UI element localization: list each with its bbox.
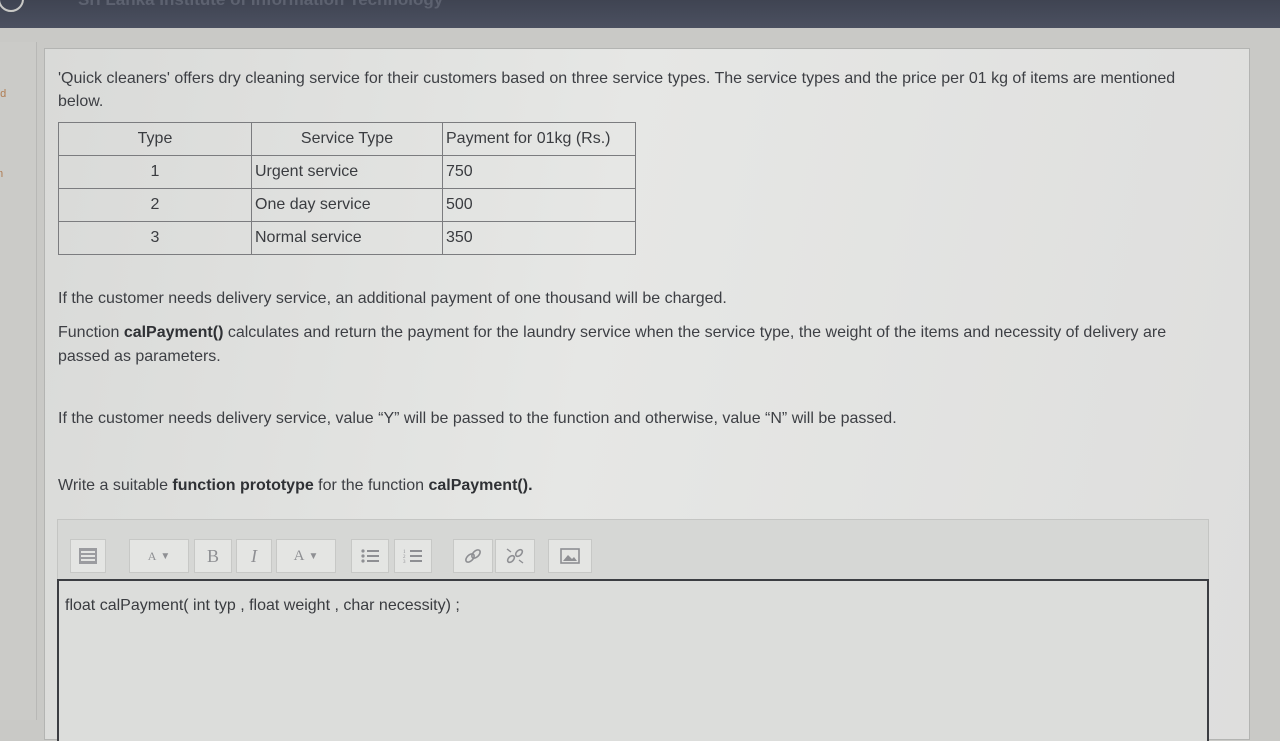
bold-icon: B bbox=[206, 545, 219, 566]
institute-logo bbox=[0, 0, 24, 12]
italic-icon: I bbox=[251, 545, 257, 566]
toolbar-toggle-icon bbox=[79, 548, 97, 564]
numbered-list-icon: 123 bbox=[403, 550, 422, 564]
function-desc-prefix: Function bbox=[58, 324, 124, 341]
insert-image-button[interactable] bbox=[548, 539, 592, 573]
italic-button[interactable]: I bbox=[236, 539, 272, 573]
table-cell: 750 bbox=[442, 155, 636, 189]
table-cell: Urgent service bbox=[251, 155, 443, 189]
top-header-bar: Sri Lanka Institute of Information Techn… bbox=[0, 0, 1280, 28]
function-desc-suffix: calculates and return the payment for th… bbox=[58, 324, 1167, 365]
answer-editor[interactable]: float calPayment( int typ , float weight… bbox=[57, 579, 1209, 741]
table-header: Type bbox=[58, 122, 252, 156]
table-cell: 2 bbox=[58, 188, 252, 222]
table-header: Service Type bbox=[251, 122, 443, 156]
task-instruction: Write a suitable function prototype for … bbox=[58, 477, 533, 495]
table-row: 2 One day service 500 bbox=[58, 188, 636, 222]
service-table: Type Service Type Payment for 01kg (Rs.)… bbox=[58, 122, 636, 255]
font-color-button[interactable]: A ▼ bbox=[276, 539, 336, 573]
sidebar-tab-2[interactable]: m bbox=[0, 168, 3, 180]
table-header: Payment for 01kg (Rs.) bbox=[442, 122, 636, 156]
bullet-list-button[interactable] bbox=[351, 539, 389, 573]
numbered-list-button[interactable]: 123 bbox=[394, 539, 432, 573]
unlink-icon bbox=[506, 548, 524, 564]
sidebar-tab-1[interactable]: ed bbox=[0, 88, 6, 100]
unlink-button[interactable] bbox=[495, 539, 535, 573]
table-row: 3 Normal service 350 bbox=[58, 221, 636, 255]
table-cell: Normal service bbox=[251, 221, 443, 255]
function-description: Function calPayment() calculates and ret… bbox=[58, 321, 1218, 369]
task-middle: for the function bbox=[313, 477, 429, 494]
font-size-button[interactable]: A ▼ bbox=[129, 539, 189, 573]
answer-text[interactable]: float calPayment( int typ , float weight… bbox=[65, 597, 460, 615]
table-cell: One day service bbox=[251, 188, 443, 222]
table-cell: 1 bbox=[58, 155, 252, 189]
left-navigation-strip: ed m bbox=[0, 42, 37, 720]
table-row: 1 Urgent service 750 bbox=[58, 155, 636, 189]
question-intro: 'Quick cleaners' offers dry cleaning ser… bbox=[58, 70, 1176, 110]
task-function-name: calPayment(). bbox=[428, 477, 533, 494]
chevron-down-icon: ▼ bbox=[160, 550, 171, 562]
insert-link-button[interactable] bbox=[453, 539, 493, 573]
toggle-toolbar-button[interactable] bbox=[70, 539, 106, 573]
bold-button[interactable]: B bbox=[194, 539, 232, 573]
table-cell: 3 bbox=[58, 221, 252, 255]
link-icon bbox=[465, 549, 481, 563]
chevron-down-icon: ▼ bbox=[308, 550, 319, 562]
bullet-list-icon bbox=[361, 549, 379, 563]
editor-toolbar: A ▼ B I A ▼ 123 bbox=[57, 519, 1209, 580]
task-bold-text: function prototype bbox=[172, 477, 314, 494]
font-color-icon: A bbox=[293, 547, 305, 564]
delivery-note: If the customer needs delivery service, … bbox=[58, 290, 727, 307]
table-header-row: Type Service Type Payment for 01kg (Rs.) bbox=[58, 122, 636, 156]
svg-text:3: 3 bbox=[403, 560, 406, 564]
table-cell: 500 bbox=[442, 188, 636, 222]
font-size-icon: A bbox=[147, 548, 157, 563]
question-card: 'Quick cleaners' offers dry cleaning ser… bbox=[44, 48, 1250, 741]
institute-name: Sri Lanka Institute of Information Techn… bbox=[78, 0, 443, 10]
function-name: calPayment() bbox=[123, 324, 224, 341]
task-prefix: Write a suitable bbox=[58, 477, 173, 494]
table-cell: 350 bbox=[442, 221, 636, 255]
parameter-note: If the customer needs delivery service, … bbox=[58, 410, 897, 427]
image-icon bbox=[560, 548, 580, 564]
